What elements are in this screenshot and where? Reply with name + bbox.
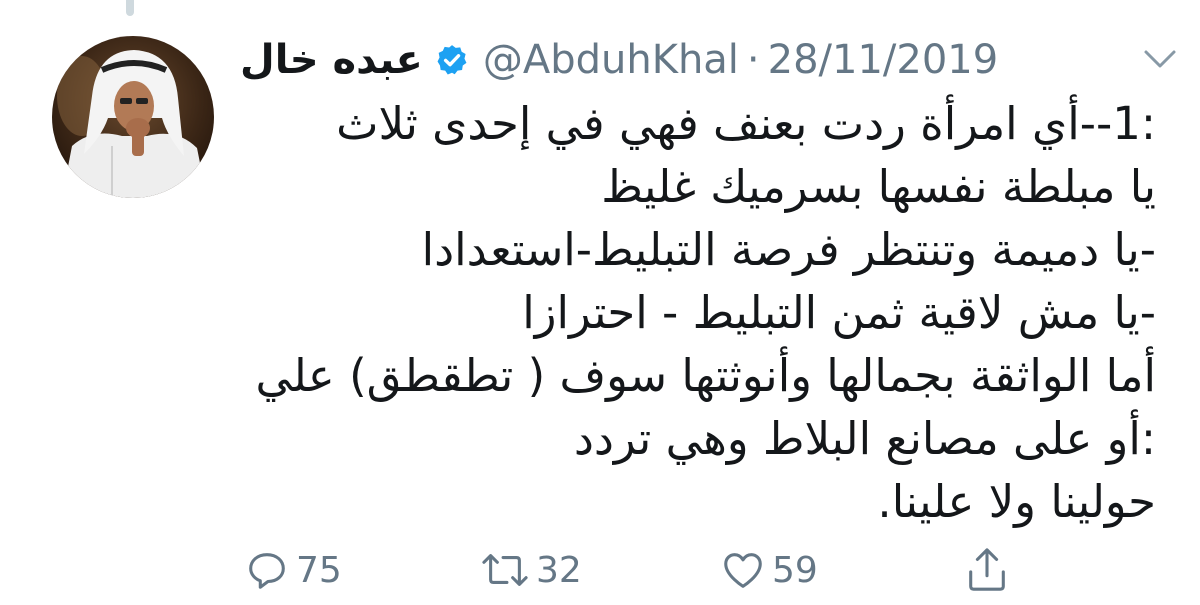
tweet-date[interactable]: 28/11/2019: [768, 37, 999, 83]
retweet-count: 32: [536, 549, 582, 591]
like-button[interactable]: 59: [720, 540, 818, 600]
tweet-text-line: :1--أي امرأة ردت بعنف فهي في إحدى ثلاث: [336, 97, 1156, 150]
tweet-text-line: أما الواثقة بجمالها وأنوثتها سوف ( تطقطق…: [255, 349, 1156, 402]
tweet-text-line: :أو على مصانع البلاط وهي تردد: [573, 412, 1156, 465]
retweet-icon: [480, 547, 530, 593]
tweet-text-line: -يا دميمة وتنتظر فرصة التبليط-استعدادا: [421, 223, 1156, 276]
share-icon: [964, 545, 1010, 595]
like-count: 59: [772, 549, 818, 591]
share-button[interactable]: [964, 540, 1010, 600]
profile-photo: [52, 36, 214, 198]
thread-connector-line: [126, 0, 134, 16]
author-handle[interactable]: @AbduhKhal: [483, 37, 739, 83]
tweet-header: عبده خال @AbduhKhal · 28/11/2019: [240, 28, 1180, 92]
verified-badge-icon: [435, 43, 469, 77]
retweet-button[interactable]: 32: [480, 540, 582, 600]
reply-icon: [244, 547, 290, 593]
tweet-actions: 75 32 59: [236, 540, 1036, 600]
tweet-text: :1--أي امرأة ردت بعنف فهي في إحدى ثلاث ي…: [240, 92, 1156, 533]
reply-count: 75: [296, 549, 342, 591]
heart-icon: [720, 547, 766, 593]
tweet-text-line: يا مبلطة نفسها بسرميك غليظ: [601, 160, 1156, 213]
chevron-down-icon[interactable]: [1140, 44, 1180, 76]
author-display-name[interactable]: عبده خال: [240, 37, 423, 83]
header-separator: ·: [746, 37, 760, 83]
tweet-text-line: -يا مش لاقية ثمن التبليط - احترازا: [522, 286, 1156, 339]
reply-button[interactable]: 75: [244, 540, 342, 600]
avatar[interactable]: [52, 36, 214, 198]
tweet-text-line: حولينا ولا علينا.: [877, 475, 1156, 528]
